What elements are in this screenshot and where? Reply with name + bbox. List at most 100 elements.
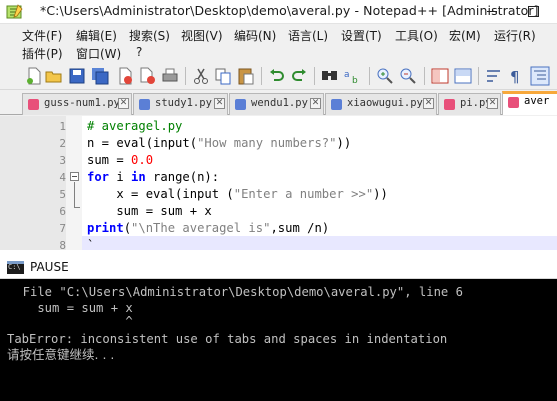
code-token: ` (87, 238, 95, 252)
tab-guss-num1[interactable]: guss-num1.py ✕ (22, 93, 132, 115)
new-file-icon[interactable] (24, 66, 44, 86)
menu-tools[interactable]: 工具(O) (395, 27, 438, 44)
code-editor[interactable]: 1 2 3 4 5 6 7 8 # averagel.py n = eval(i… (0, 116, 557, 252)
title-bar: *C:\Users\Administrator\Desktop\demo\ave… (0, 0, 557, 24)
menu-run[interactable]: 运行(R) (494, 27, 536, 44)
line-number: 2 (59, 137, 66, 150)
string-token: "\nThe averagel is" (131, 221, 271, 235)
code-line-8: ` (87, 237, 94, 254)
tab-study1[interactable]: study1.py ✕ (133, 93, 228, 115)
line-number: 5 (59, 188, 66, 201)
menu-edit[interactable]: 编辑(E) (76, 27, 117, 44)
sync-vertical-icon[interactable] (430, 66, 450, 86)
console-error-line: TabError: inconsistent use of tabs and s… (7, 332, 448, 346)
line-number: 1 (59, 120, 66, 133)
tab-wendu1[interactable]: wendu1.py ✕ (229, 93, 324, 115)
keyword-token: print (87, 221, 124, 235)
tab-close-icon[interactable]: ✕ (487, 98, 498, 109)
code-token: range(n): (145, 170, 220, 184)
tab-xiaowugui[interactable]: xiaowugui.py ✕ (325, 93, 437, 115)
toolbar-separator (424, 67, 425, 85)
zoom-out-icon[interactable] (398, 66, 418, 86)
close-all-icon[interactable] (138, 66, 158, 86)
save-state-icon (235, 99, 246, 110)
line-number: 3 (59, 154, 66, 167)
code-token: sum = sum + x (87, 204, 212, 218)
redo-icon[interactable] (289, 66, 309, 86)
tab-close-icon[interactable]: ✕ (423, 98, 434, 109)
code-token: sum = (87, 153, 132, 167)
zoom-in-icon[interactable] (375, 66, 395, 86)
sync-horizontal-icon[interactable] (453, 66, 473, 86)
console-line: ^ (8, 314, 133, 328)
tab-close-icon[interactable]: ✕ (310, 98, 321, 109)
line-number: 7 (59, 222, 66, 235)
fold-guide-end (74, 207, 80, 208)
tab-pi[interactable]: pi.py ✕ (438, 93, 501, 115)
maximize-button[interactable] (514, 0, 550, 22)
code-token: )) (373, 187, 388, 201)
toolbar-separator (185, 67, 186, 85)
word-wrap-icon[interactable] (484, 66, 504, 86)
console-prompt-line: 请按任意键继续. . . (7, 347, 115, 362)
document-tab-bar: guss-num1.py ✕ study1.py ✕ wendu1.py ✕ x… (0, 90, 557, 115)
toolbar-separator (314, 67, 315, 85)
find-icon[interactable] (320, 66, 340, 86)
show-all-chars-icon[interactable]: ¶ (506, 66, 526, 86)
tab-averal-active[interactable]: aver (502, 91, 557, 115)
print-icon[interactable] (160, 66, 180, 86)
undo-icon[interactable] (267, 66, 287, 86)
cut-icon[interactable] (191, 66, 211, 86)
menu-view[interactable]: 视图(V) (181, 27, 223, 44)
copy-icon[interactable] (213, 66, 233, 86)
menu-settings[interactable]: 设置(T) (341, 27, 382, 44)
save-state-icon (444, 99, 455, 110)
comment-token: # averagel.py (87, 119, 183, 133)
code-line-7: print("\nThe averagel is",sum /n) (87, 220, 329, 237)
string-token: "Enter a number >>" (233, 187, 374, 201)
save-icon[interactable] (67, 66, 87, 86)
code-line-3: sum = 0.0 (87, 152, 153, 169)
code-token: i (109, 170, 132, 184)
open-file-icon[interactable] (44, 66, 64, 86)
save-state-icon (28, 99, 39, 110)
line-number: 8 (59, 239, 66, 252)
menu-encoding[interactable]: 编码(N) (234, 27, 276, 44)
minimize-button[interactable] (474, 0, 510, 22)
tab-label: study1.py (155, 97, 212, 109)
console-output[interactable]: File "C:\Users\Administrator\Desktop\dem… (0, 280, 557, 401)
paste-icon[interactable] (236, 66, 256, 86)
save-all-icon[interactable] (90, 66, 110, 86)
menu-help[interactable]: ? (136, 45, 142, 59)
line-number: 4 (59, 171, 66, 184)
keyword-token: in (131, 170, 146, 184)
save-state-icon (139, 99, 150, 110)
menu-window[interactable]: 窗口(W) (76, 45, 121, 62)
code-token: ,sum /n) (270, 221, 330, 235)
console-window: PAUSE File "C:\Users\Administrator\Deskt… (0, 256, 557, 401)
close-icon[interactable] (115, 66, 135, 86)
menu-file[interactable]: 文件(F) (22, 27, 62, 44)
console-line: File "C:\Users\Administrator\Desktop\dem… (8, 285, 463, 299)
fold-collapse-icon[interactable] (70, 172, 79, 181)
tab-label: guss-num1.py (44, 97, 120, 109)
menu-bar: 文件(F) 编辑(E) 搜索(S) 视图(V) 编码(N) 语言(L) 设置(T… (0, 24, 557, 62)
number-token: 0.0 (131, 153, 154, 167)
line-number: 6 (59, 205, 66, 218)
tab-label: wendu1.py (251, 97, 308, 109)
fold-guide-line (74, 182, 75, 208)
replace-icon[interactable]: ab (343, 66, 363, 86)
menu-language[interactable]: 语言(L) (288, 27, 328, 44)
menu-plugins[interactable]: 插件(P) (22, 45, 63, 62)
string-token: "How many numbers?" (197, 136, 337, 150)
menu-macro[interactable]: 宏(M) (449, 27, 481, 44)
tab-close-icon[interactable]: ✕ (214, 98, 225, 109)
code-token: )) (336, 136, 352, 150)
svg-text:b: b (352, 76, 358, 86)
indent-guide-icon[interactable] (530, 66, 550, 86)
tab-close-icon[interactable]: ✕ (118, 98, 129, 109)
toolbar-separator (478, 67, 479, 85)
code-line-5: x = eval(input ("Enter a number >>")) (87, 186, 388, 203)
menu-search[interactable]: 搜索(S) (129, 27, 170, 44)
code-line-4: for i in range(n): (87, 169, 219, 186)
